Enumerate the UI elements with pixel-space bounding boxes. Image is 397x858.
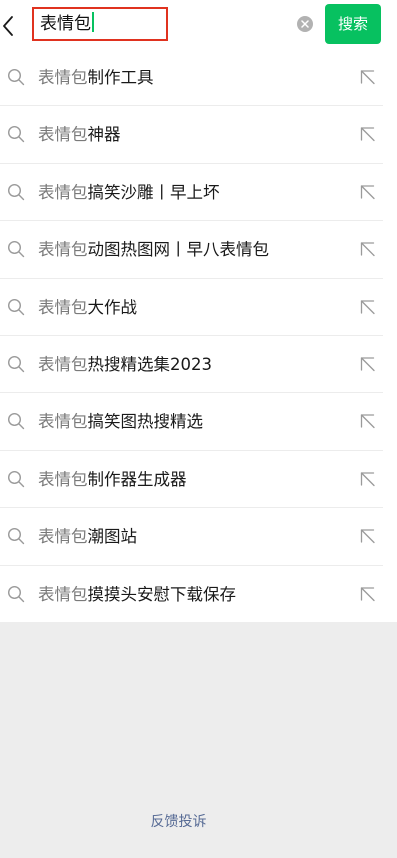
arrow-up-left-icon[interactable]: [360, 242, 375, 257]
suggestion-rest: 制作器生成器: [87, 469, 187, 489]
suggestion-keyword: 表情包: [38, 240, 88, 260]
clear-circle-icon: [301, 20, 309, 28]
text-caret: [92, 12, 94, 32]
suggestion-text: 表情包搞笑图热搜精选: [38, 393, 203, 450]
suggestion-item[interactable]: 表情包搞笑图热搜精选: [0, 393, 397, 452]
search-icon: [7, 126, 25, 143]
suggestion-text: 表情包制作工具: [38, 49, 154, 106]
suggestion-item[interactable]: 表情包动图热图网丨早八表情包: [0, 221, 397, 279]
suggestion-keyword: 表情包: [38, 412, 88, 432]
suggestion-item[interactable]: 表情包制作器生成器: [0, 451, 397, 509]
suggestion-text: 表情包制作器生成器: [38, 451, 187, 508]
suggestion-rest: 动图热图网丨早八表情包: [87, 240, 270, 260]
suggestion-text: 表情包热搜精选集2023: [38, 336, 212, 393]
suggestion-rest: 神器: [87, 125, 121, 145]
search-icon: [7, 470, 25, 487]
suggestion-rest: 潮图站: [87, 527, 138, 547]
arrow-up-left-icon[interactable]: [360, 529, 375, 544]
suggestion-item[interactable]: 表情包潮图站: [0, 508, 397, 566]
suggestion-rest: 搞笑沙雕丨早上坏: [87, 182, 220, 202]
search-input[interactable]: 表情包: [40, 10, 280, 38]
search-icon: [7, 298, 25, 315]
chevron-left-icon: [3, 16, 13, 36]
suggestion-rest: 搞笑图热搜精选: [87, 412, 204, 432]
suggestion-text: 表情包神器: [38, 106, 121, 163]
suggestion-text: 表情包摸摸头安慰下载保存: [38, 566, 236, 623]
suggestion-item[interactable]: 表情包搞笑沙雕丨早上坏: [0, 164, 397, 222]
feedback-link[interactable]: 反馈投诉: [0, 811, 357, 831]
search-icon: [7, 241, 25, 258]
suggestion-list: 表情包制作工具 表情包神器 表情包搞笑沙雕丨早上坏 表情包动图热图网丨早八表情包 表情包…: [0, 49, 397, 623]
suggestion-text: 表情包动图热图网丨早八表情包: [38, 221, 269, 278]
suggestion-item[interactable]: 表情包热搜精选集2023: [0, 336, 397, 394]
search-icon: [7, 585, 25, 602]
search-query-text: 表情包: [40, 14, 91, 34]
arrow-up-left-icon[interactable]: [360, 414, 375, 429]
search-icon: [7, 68, 25, 86]
clear-button[interactable]: [297, 16, 313, 32]
suggestion-item[interactable]: 表情包大作战: [0, 279, 397, 337]
search-icon: [7, 355, 25, 373]
search-field[interactable]: 表情包: [28, 4, 320, 44]
search-icon: [7, 413, 25, 430]
suggestion-rest: 大作战: [87, 297, 138, 317]
suggestion-keyword: 表情包: [38, 584, 88, 604]
suggestion-keyword: 表情包: [38, 354, 88, 374]
arrow-up-left-icon[interactable]: [360, 70, 375, 85]
arrow-up-left-icon[interactable]: [360, 472, 375, 487]
suggestion-keyword: 表情包: [38, 68, 88, 87]
arrow-up-left-icon[interactable]: [360, 357, 375, 372]
search-bar: 表情包 搜索: [0, 0, 397, 50]
arrow-up-left-icon[interactable]: [360, 127, 375, 142]
suggestion-rest: 热搜精选集2023: [87, 354, 213, 374]
search-icon: [7, 183, 25, 200]
suggestion-rest: 制作工具: [87, 68, 154, 87]
suggestion-rest: 摸摸头安慰下载保存: [87, 584, 237, 604]
suggestion-keyword: 表情包: [38, 182, 88, 202]
suggestion-item[interactable]: 表情包制作工具: [0, 49, 397, 107]
suggestion-item[interactable]: 表情包摸摸头安慰下载保存: [0, 566, 397, 623]
suggestion-item[interactable]: 表情包神器: [0, 106, 397, 165]
search-icon: [7, 528, 25, 545]
suggestion-text: 表情包潮图站: [38, 508, 137, 565]
footer-area: 反馈投诉: [0, 622, 397, 858]
suggestion-text: 表情包大作战: [38, 279, 137, 336]
arrow-up-left-icon[interactable]: [360, 185, 375, 200]
suggestion-keyword: 表情包: [38, 469, 88, 489]
suggestion-text: 表情包搞笑沙雕丨早上坏: [38, 164, 220, 221]
suggestion-keyword: 表情包: [38, 297, 88, 317]
suggestion-keyword: 表情包: [38, 125, 88, 145]
back-button[interactable]: [0, 8, 22, 42]
suggestion-keyword: 表情包: [38, 527, 88, 547]
arrow-up-left-icon[interactable]: [360, 299, 375, 315]
search-button[interactable]: 搜索: [325, 4, 381, 44]
arrow-up-left-icon[interactable]: [360, 586, 375, 602]
